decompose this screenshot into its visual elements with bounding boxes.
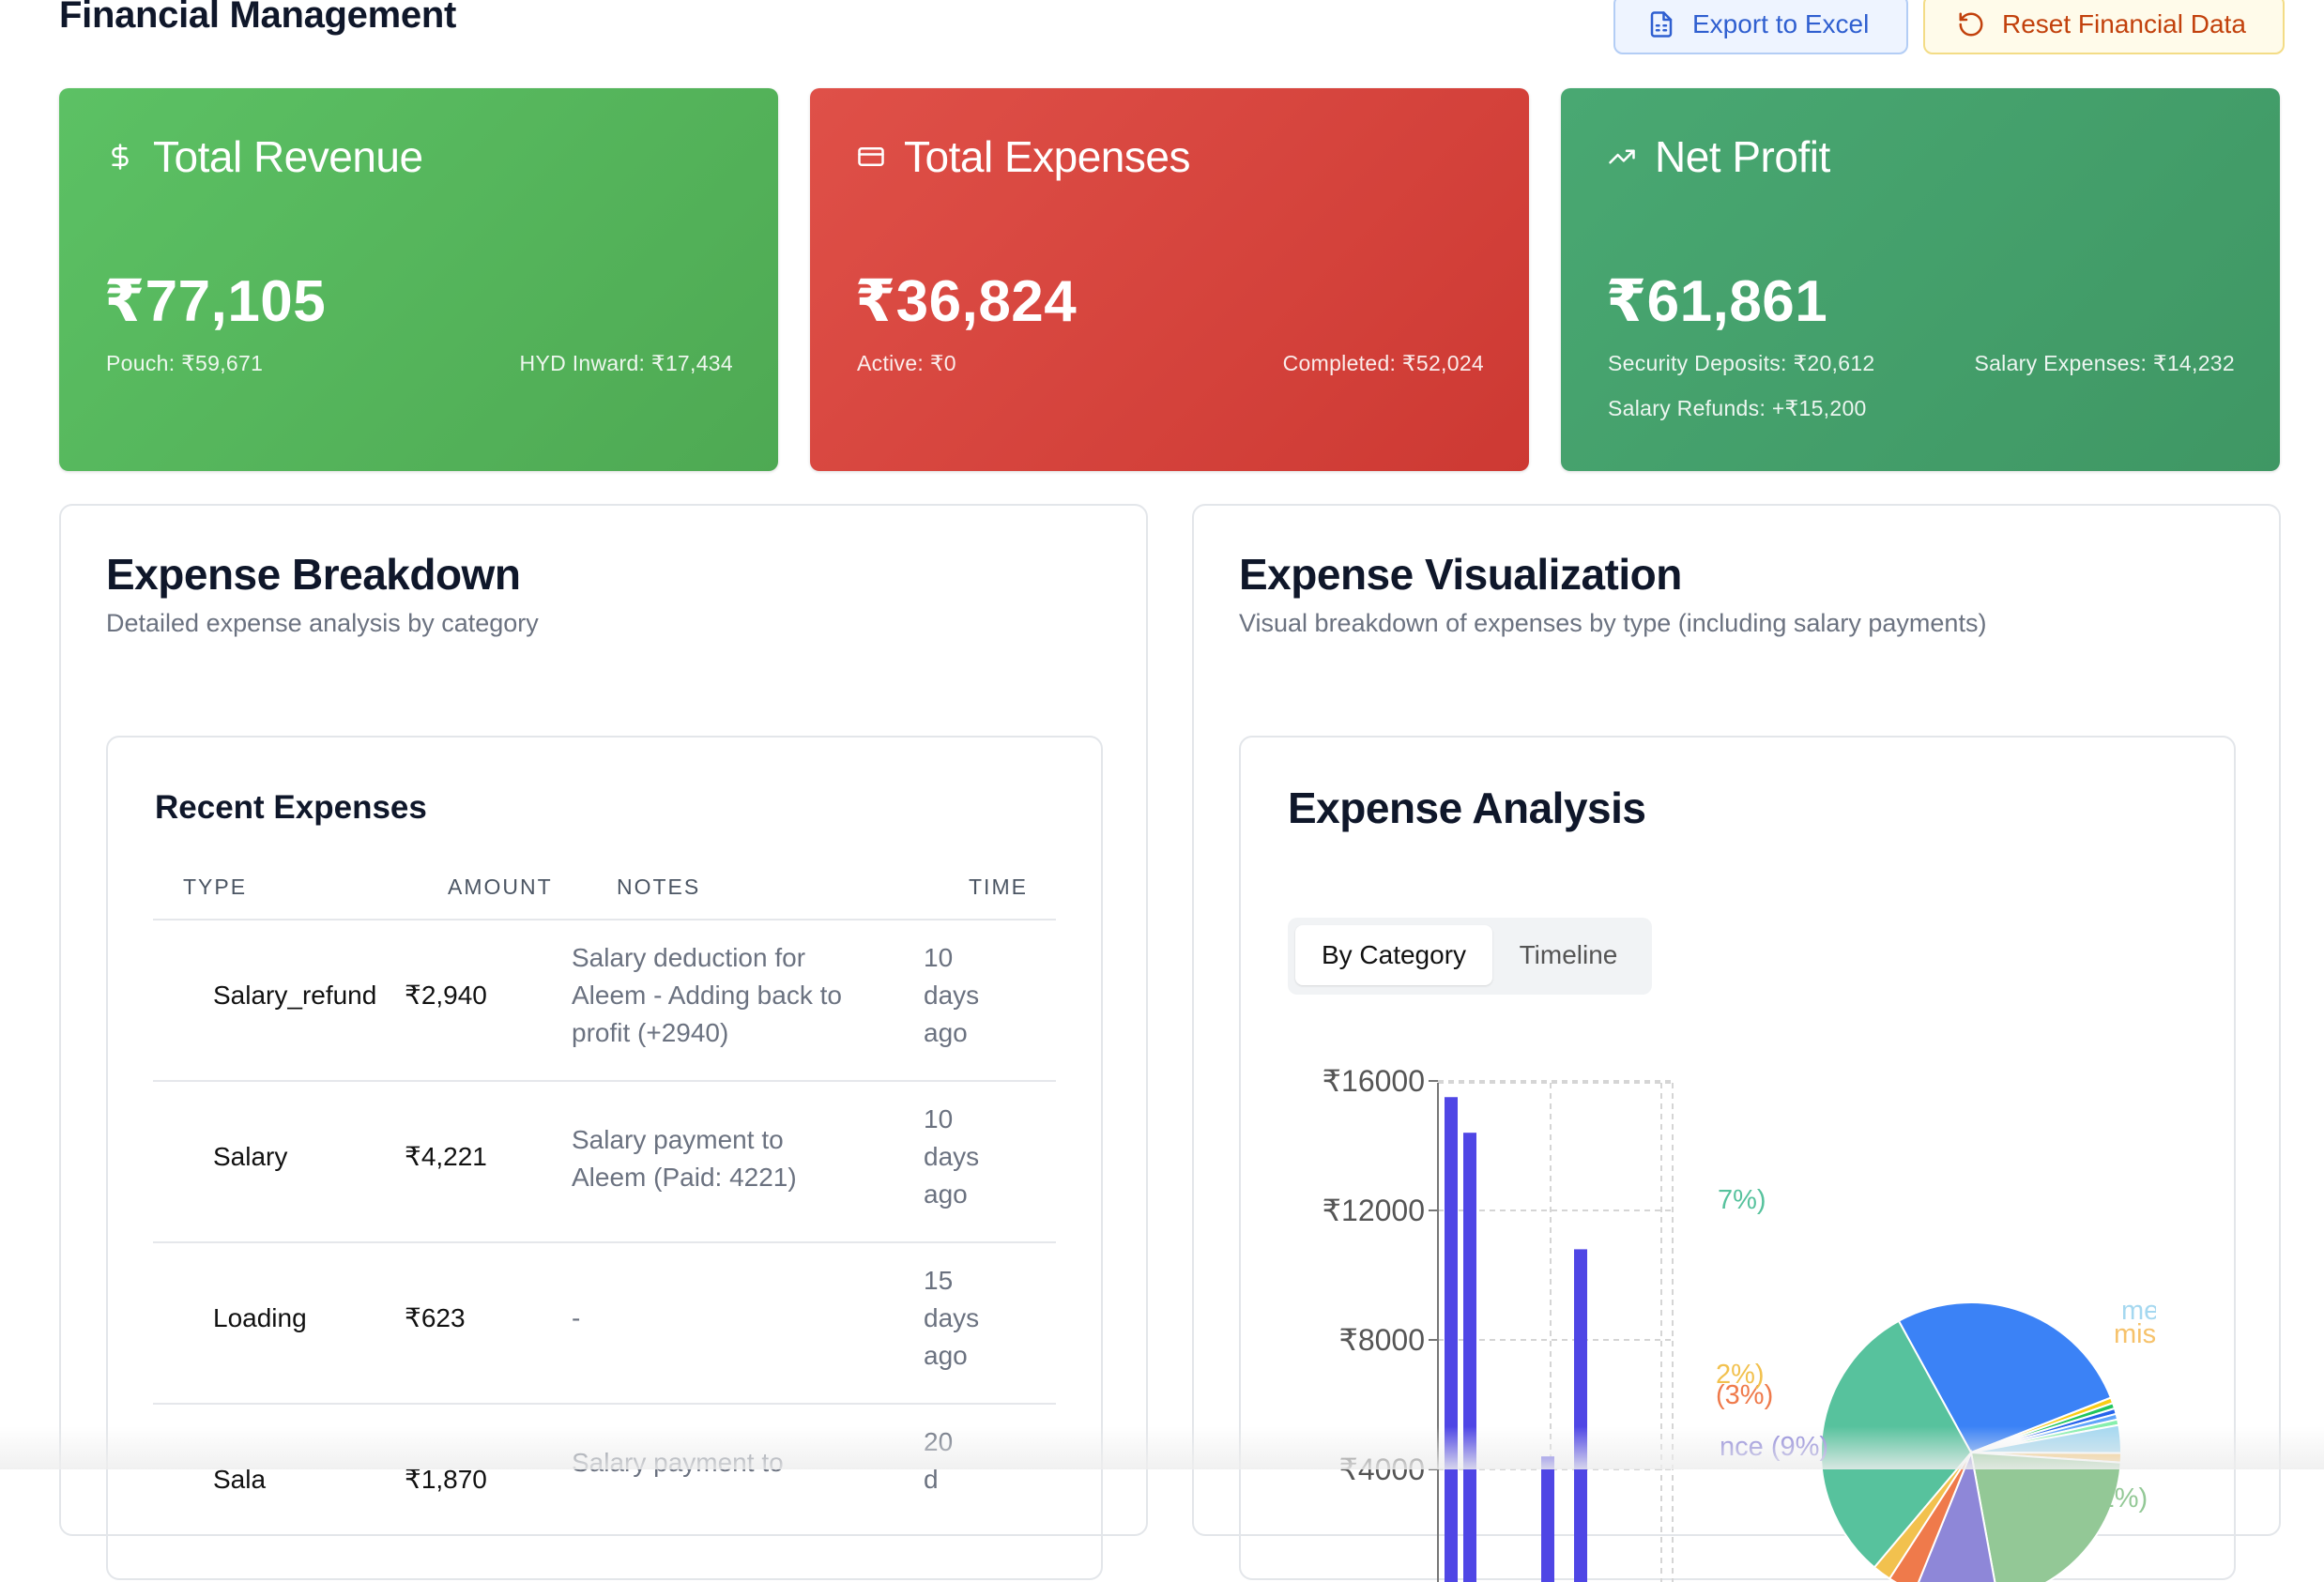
expense-breakdown-panel: Expense Breakdown Detailed expense analy…	[59, 504, 1148, 1580]
column-header-amount: AMOUNT	[448, 875, 553, 899]
revenue-value: ₹77,105	[104, 269, 327, 334]
expenses-value: ₹36,824	[855, 269, 1078, 334]
expense-visualization-description: Visual breakdown of expenses by type (in…	[1239, 609, 1987, 637]
expense-visualization-panel: Expense Visualization Visual breakdown o…	[1192, 504, 2281, 1582]
time-line: 10	[924, 1104, 954, 1133]
cell-notes: Salary payment to Aleem (Paid: 4221)	[572, 1121, 872, 1196]
y-tick-label: ₹8000	[1338, 1323, 1425, 1357]
cell-amount: ₹623	[405, 1303, 466, 1332]
cell-type: Salary_refund	[213, 981, 377, 1010]
bar	[1463, 1133, 1476, 1582]
dollar-icon	[112, 144, 129, 170]
profit-salary-expenses: Salary Expenses: ₹14,232	[1974, 351, 2235, 375]
expenses-title: Total Expenses	[904, 132, 1190, 181]
bar	[1445, 1097, 1458, 1582]
column-header-notes: NOTES	[617, 875, 701, 899]
time-line: 10	[924, 943, 954, 972]
total-revenue-card: Total Revenue ₹77,105 Pouch: ₹59,671 HYD…	[59, 88, 778, 471]
total-expenses-card: Total Expenses ₹36,824 Active: ₹0 Comple…	[810, 88, 1529, 471]
page-title: Financial Management	[59, 0, 456, 36]
time-line: ago	[924, 1341, 968, 1370]
profit-title-row: Net Profit	[1608, 131, 1830, 182]
notes-line: Aleem - Adding back to	[572, 981, 842, 1010]
expenses-title-row: Total Expenses	[857, 131, 1190, 182]
expense-visualization-title: Expense Visualization	[1239, 550, 1682, 599]
notes-line: -	[572, 1303, 581, 1332]
y-tick-label: ₹12000	[1323, 1194, 1425, 1227]
bar	[1574, 1249, 1587, 1582]
cell-time: 10 days ago	[924, 939, 999, 1052]
revenue-pouch: Pouch: ₹59,671	[106, 351, 264, 375]
net-profit-card: Net Profit ₹61,861 Security Deposits: ₹2…	[1561, 88, 2280, 471]
export-excel-button[interactable]: Export to Excel	[1613, 0, 1908, 54]
time-line: 15	[924, 1266, 954, 1295]
reset-label: Reset Financial Data	[2002, 9, 2246, 38]
y-tick-label: ₹16000	[1323, 1064, 1425, 1098]
revenue-title-row: Total Revenue	[106, 131, 423, 182]
cell-time: 10 days ago	[924, 1101, 999, 1213]
cell-type: Loading	[213, 1303, 307, 1332]
reset-icon	[1959, 12, 1983, 37]
revenue-hyd-inward: HYD Inward: ₹17,434	[519, 351, 733, 375]
profit-security-deposits: Security Deposits: ₹20,612	[1608, 351, 1875, 375]
cell-time: 15 days ago	[924, 1262, 999, 1375]
revenue-title: Total Revenue	[153, 132, 423, 181]
cell-type: Salary	[213, 1142, 288, 1171]
time-line: days	[924, 1142, 980, 1171]
profit-title: Net Profit	[1655, 132, 1830, 181]
table-row: Loading ₹623 - 15 days ago	[108, 1243, 1101, 1403]
reset-financial-data-button[interactable]: Reset Financial Data	[1923, 0, 2285, 54]
bar	[1541, 1456, 1554, 1582]
pie-label: 2%)	[1716, 1360, 1765, 1390]
expense-analysis-title: Expense Analysis	[1288, 783, 1646, 832]
time-line: ago	[924, 1179, 968, 1209]
notes-line: profit (+2940)	[572, 1018, 729, 1047]
trending-up-icon	[1609, 149, 1635, 164]
time-line: days	[924, 1303, 980, 1332]
profit-salary-refunds: Salary Refunds: +₹15,200	[1608, 396, 1867, 420]
cell-notes: -	[572, 1300, 872, 1337]
tab-by-category[interactable]: By Category	[1295, 925, 1492, 985]
pie-slice	[1969, 1451, 2122, 1582]
pie-label: misc	[2114, 1319, 2170, 1349]
expenses-active: Active: ₹0	[857, 351, 956, 375]
cell-amount: ₹2,940	[405, 981, 487, 1010]
pie-label: fuel (21%)	[2024, 1483, 2148, 1514]
cell-amount: ₹4,221	[405, 1142, 487, 1171]
recent-expenses-title: Recent Expenses	[155, 789, 427, 826]
time-line: ago	[924, 1018, 968, 1047]
time-line: days	[924, 981, 980, 1010]
credit-card-icon	[858, 147, 884, 166]
cell-notes: Salary deduction for Aleem - Adding back…	[572, 939, 872, 1052]
notes-line: Aleem (Paid: 4221)	[572, 1163, 797, 1192]
column-header-type: TYPE	[183, 875, 248, 899]
expense-breakdown-description: Detailed expense analysis by category	[106, 609, 539, 637]
expenses-completed: Completed: ₹52,024	[1282, 351, 1484, 375]
notes-line: Salary deduction for	[572, 943, 806, 972]
expense-charts: ₹16000₹12000₹8000₹4000salary_rmemiscfuel…	[1323, 1064, 2170, 1582]
table-row: Salary_refund ₹2,940 Salary deduction fo…	[108, 920, 1101, 1080]
chart-tabs: By Category Timeline	[1288, 918, 1652, 995]
profit-value: ₹61,861	[1606, 269, 1828, 334]
pie-label: 7%)	[1718, 1185, 1766, 1215]
bottom-scroll-fade	[0, 1426, 2324, 1469]
export-label: Export to Excel	[1692, 9, 1870, 38]
column-header-time: TIME	[969, 875, 1028, 899]
tab-timeline[interactable]: Timeline	[1492, 925, 1644, 985]
table-row: Salary ₹4,221 Salary payment to Aleem (P…	[108, 1082, 1101, 1241]
spreadsheet-icon	[1650, 11, 1673, 38]
notes-line: Salary payment to	[572, 1125, 784, 1154]
expense-breakdown-title: Expense Breakdown	[106, 550, 521, 599]
